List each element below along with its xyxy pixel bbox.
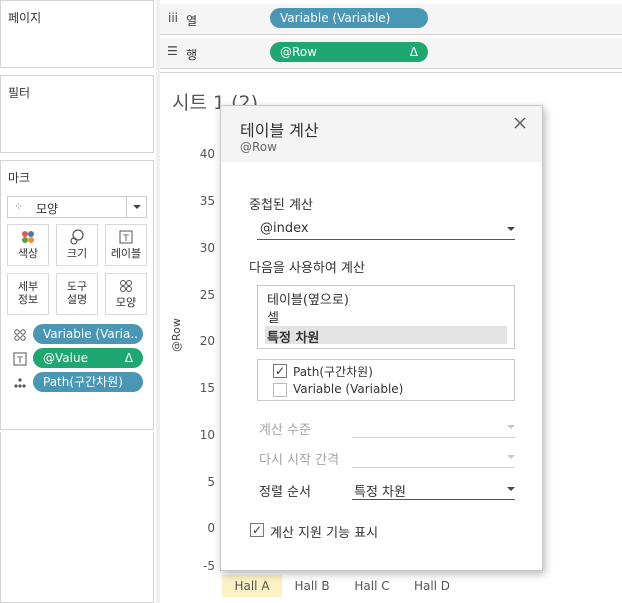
mark-type-value: 모양 <box>36 202 59 216</box>
detail-icon <box>13 376 27 393</box>
pages-card[interactable]: 페이지 <box>0 0 154 68</box>
y-tick: 20 <box>199 334 215 348</box>
rows-pill-label: @Row <box>280 45 317 59</box>
sort-label: 정렬 순서 <box>259 485 311 500</box>
x-tick[interactable]: Hall D <box>402 579 462 593</box>
dialog-title: 테이블 계산 <box>240 121 319 140</box>
compute-option-selected[interactable]: 특정 차원 <box>265 326 507 346</box>
tooltip-button[interactable]: 도구 설명 <box>56 273 98 315</box>
compute-option[interactable]: 테이블(옆으로) <box>265 288 507 308</box>
nested-calc-label: 중첩된 계산 <box>249 198 313 213</box>
mark-type-dropdown[interactable]: ⁘ 모양 <box>7 196 147 218</box>
show-assist-label: 계산 지원 기능 표시 <box>270 526 379 541</box>
shape-icon <box>13 328 27 345</box>
dialog-subtitle: @Row <box>240 140 277 154</box>
marks-field-path[interactable]: Path(구간차원) <box>33 372 143 392</box>
chevron-down-icon <box>133 205 141 209</box>
color-button-label: 색상 <box>17 247 39 260</box>
y-tick: 30 <box>199 241 215 255</box>
x-tick[interactable]: Hall B <box>282 579 342 593</box>
detail-button-label-2: 정보 <box>17 293 39 306</box>
columns-pill-label: Variable (Variable) <box>280 11 391 25</box>
delta-icon: Δ <box>409 45 418 59</box>
y-tick: 0 <box>207 521 215 535</box>
sort-dropdown[interactable]: 특정 차원 <box>352 478 515 500</box>
y-tick: 35 <box>199 194 215 208</box>
level-dropdown[interactable] <box>352 416 515 438</box>
size-button-label: 크기 <box>66 247 88 260</box>
chevron-down-icon <box>507 425 515 429</box>
y-axis-label: @Row <box>170 318 183 352</box>
shape-icon <box>106 278 146 296</box>
size-icon <box>57 229 97 247</box>
rows-shelf: ☰ 행 @Row Δ <box>160 38 622 69</box>
detail-button-label-1: 세부 <box>17 280 39 293</box>
x-tick[interactable]: Hall A <box>222 579 282 593</box>
show-assist-checkbox[interactable]: ✓ <box>250 523 264 537</box>
shape-icon: ⁘ <box>14 200 24 213</box>
marks-field-variable[interactable]: Variable (Varia.. <box>33 324 143 344</box>
y-tick: 25 <box>199 288 215 302</box>
compute-using-label: 다음을 사용하여 계산 <box>249 261 365 276</box>
color-button[interactable]: 색상 <box>7 224 49 266</box>
chevron-down-icon <box>507 227 515 231</box>
nested-calc-dropdown[interactable]: @index <box>257 218 515 240</box>
tooltip-button-label-1: 도구 <box>66 280 88 293</box>
y-tick: 15 <box>199 381 215 395</box>
color-icon <box>8 229 48 247</box>
tooltip-button-label-2: 설명 <box>66 293 88 306</box>
filters-title: 필터 <box>8 86 31 100</box>
chevron-down-icon <box>507 455 515 459</box>
columns-label: 열 <box>186 14 198 28</box>
sort-value: 특정 차원 <box>354 485 406 500</box>
marks-field-path-label: Path(구간차원) <box>43 375 123 389</box>
filters-card[interactable]: 필터 <box>0 75 154 153</box>
rows-label: 행 <box>186 48 198 62</box>
left-panel-empty <box>0 432 154 603</box>
svg-text:T: T <box>122 234 129 244</box>
y-tick: 10 <box>199 428 215 442</box>
columns-icon: iii <box>168 11 179 25</box>
text-icon: T <box>13 352 27 369</box>
restart-label: 다시 시작 간격 <box>259 453 340 468</box>
marks-field-variable-label: Variable (Varia.. <box>43 327 138 341</box>
chevron-down-icon <box>507 487 515 491</box>
nested-calc-value: @index <box>260 221 309 236</box>
label-button-label: 레이블 <box>110 247 142 260</box>
shape-button-label: 모양 <box>115 296 137 309</box>
table-calculation-dialog: 테이블 계산 @Row 중첩된 계산 @index 다음을 사용하여 계산 테이… <box>220 105 543 571</box>
dimension-checkbox-path[interactable]: ✓ <box>273 364 287 378</box>
size-button[interactable]: 크기 <box>56 224 98 266</box>
y-tick: -5 <box>203 559 215 573</box>
dialog-header: 테이블 계산 @Row <box>221 106 542 162</box>
rows-icon: ☰ <box>167 44 178 58</box>
dimension-checkbox-variable[interactable] <box>273 383 287 397</box>
label-icon: T <box>106 229 146 247</box>
rows-pill-row[interactable]: @Row Δ <box>270 42 428 62</box>
level-label: 계산 수준 <box>259 423 311 438</box>
marks-title: 마크 <box>8 171 31 185</box>
close-icon[interactable] <box>513 116 527 133</box>
y-tick: 5 <box>207 475 215 489</box>
marks-field-value[interactable]: @Value Δ <box>33 348 143 368</box>
columns-pill-variable[interactable]: Variable (Variable) <box>270 8 428 28</box>
svg-text:T: T <box>16 356 23 366</box>
label-button[interactable]: T 레이블 <box>105 224 147 266</box>
restart-dropdown[interactable] <box>352 446 515 468</box>
compute-option[interactable]: 셀 <box>265 306 507 326</box>
columns-shelf: iii 열 Variable (Variable) <box>160 4 622 35</box>
detail-button[interactable]: 세부 정보 <box>7 273 49 315</box>
pages-title: 페이지 <box>8 11 42 25</box>
dimension-list: ✓ Path(구간차원) Variable (Variable) <box>257 359 515 401</box>
marks-field-value-label: @Value <box>43 351 88 365</box>
delta-icon: Δ <box>124 351 133 365</box>
marks-card: 마크 ⁘ 모양 색상 크기 T 레이블 세부 정보 도구 설명 모양 Varia… <box>0 160 154 430</box>
compute-using-list: 테이블(옆으로) 셀 특정 차원 <box>257 285 515 349</box>
shape-button[interactable]: 모양 <box>105 273 147 315</box>
dimension-label-variable: Variable (Variable) <box>293 382 404 396</box>
y-tick: 40 <box>199 147 215 161</box>
x-tick[interactable]: Hall C <box>342 579 402 593</box>
dimension-label-path: Path(구간차원) <box>293 365 373 379</box>
